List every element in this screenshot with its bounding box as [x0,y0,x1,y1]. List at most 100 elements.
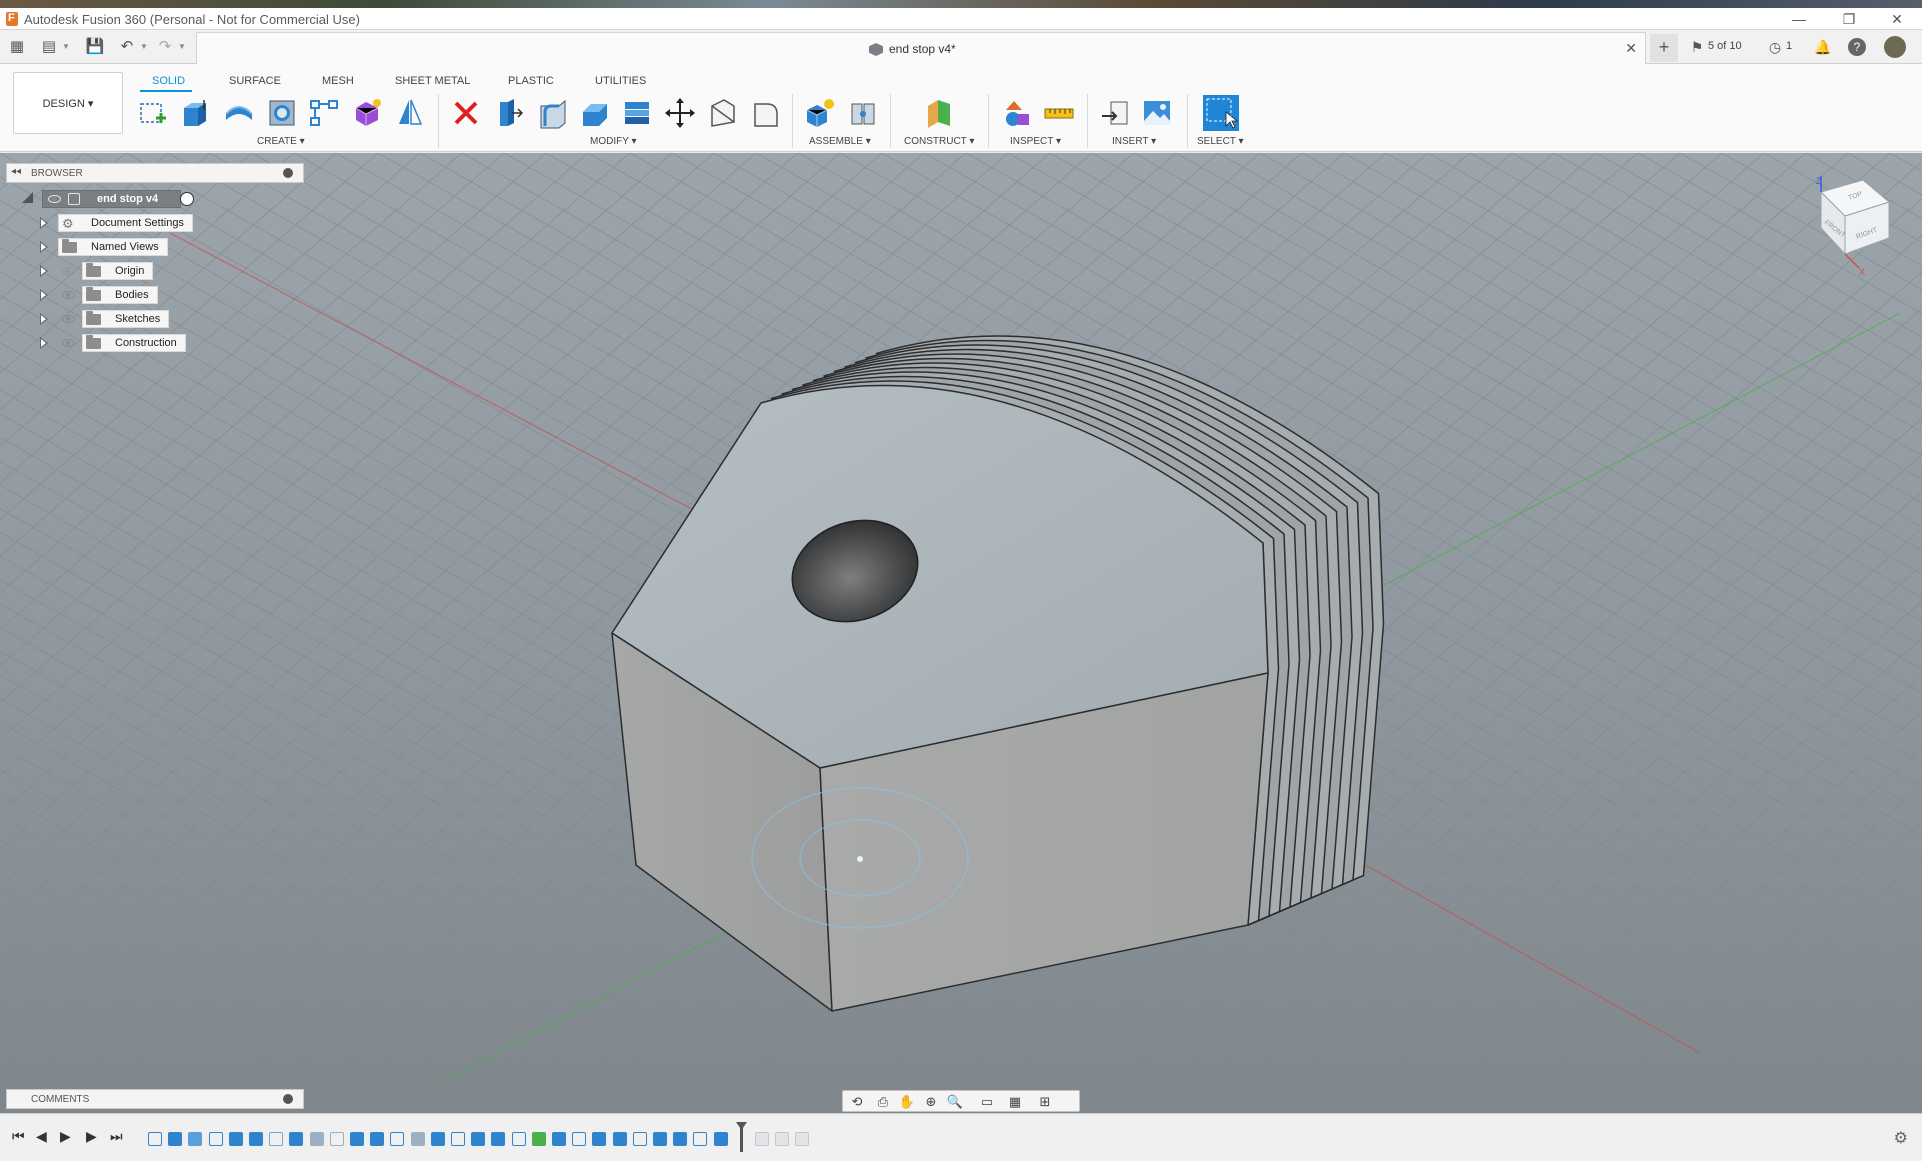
save-icon[interactable]: 💾 [84,36,106,58]
timeline-feature-icon[interactable] [148,1132,162,1146]
grid-settings-icon[interactable]: ▦ [1005,1093,1025,1111]
timeline-feature-icon[interactable] [208,1132,223,1146]
timeline-feature-icon[interactable] [471,1132,486,1146]
collapse-triangle-icon[interactable] [22,192,33,203]
insert-menu[interactable]: INSERT ▾ [1112,136,1156,147]
timeline-feature-icon[interactable] [632,1132,647,1146]
restore-button[interactable]: ❐ [1826,8,1872,30]
assemble-menu[interactable]: ASSEMBLE ▾ [809,136,871,147]
document-tab[interactable]: end stop v4* ✕ [196,32,1646,64]
timeline-feature-icon[interactable] [572,1132,587,1146]
timeline-feature-icon[interactable] [531,1132,546,1146]
visibility-eye-icon[interactable] [62,339,75,347]
pan-hand-icon[interactable]: ✋ [897,1093,917,1111]
3d-viewport[interactable] [0,153,1922,1113]
hole-icon[interactable] [265,96,299,130]
inspect-menu[interactable]: INSPECT ▾ [1010,136,1061,147]
browser-panel-header[interactable]: ◂◂ BROWSER [6,163,304,183]
job-status-icon[interactable]: ⚑ [1688,38,1706,56]
go-to-start-icon[interactable]: ⏮ [12,1128,25,1145]
visibility-eye-icon[interactable] [62,291,75,299]
look-at-icon[interactable]: ⎙ [873,1093,893,1111]
timeline-feature-icon[interactable] [612,1132,627,1146]
extrude-icon[interactable] [178,96,212,130]
timeline-feature-icon[interactable] [269,1132,284,1146]
timeline-feature-icon[interactable] [693,1132,708,1146]
timeline-marker[interactable] [740,1126,743,1152]
new-tab-button[interactable]: + [1650,34,1678,62]
minimize-button[interactable]: — [1776,8,1822,30]
minimize-panel-icon[interactable] [283,168,293,178]
redo-caret-icon[interactable]: ▼ [178,42,186,51]
timeline-feature-icon[interactable] [329,1132,344,1146]
timeline-feature-icon[interactable] [451,1132,465,1146]
visibility-eye-icon[interactable] [62,315,75,323]
construct-menu[interactable]: CONSTRUCT ▾ [904,136,974,147]
timeline-feature-icon[interactable] [350,1132,364,1146]
close-tab-button[interactable]: ✕ [1625,40,1637,57]
timeline-suppressed-feature-icon[interactable] [795,1132,809,1146]
data-panel-grid-icon[interactable]: ▦ [6,36,28,58]
canvas-image-icon[interactable] [1140,96,1174,130]
file-menu-caret-icon[interactable]: ▼ [62,42,70,51]
timeline-feature-icon[interactable] [370,1132,385,1146]
timeline-settings-gear-icon[interactable]: ⚙ [1894,1128,1908,1148]
select-icon[interactable] [1202,94,1240,132]
go-to-end-icon[interactable]: ⏭ [110,1128,123,1145]
timeline-feature-icon[interactable] [713,1132,728,1146]
add-comment-icon[interactable] [283,1094,293,1104]
expand-triangle-icon[interactable] [40,217,48,229]
tab-solid[interactable]: SOLID [152,75,185,87]
create-sketch-icon[interactable] [136,96,170,130]
timeline-feature-icon[interactable] [491,1132,506,1146]
timeline-feature-icon[interactable] [552,1132,566,1146]
measure-icon[interactable] [1042,96,1076,130]
shell-icon[interactable] [620,96,654,130]
split-face-icon[interactable] [706,96,740,130]
timeline-suppressed-feature-icon[interactable] [775,1132,789,1146]
tab-mesh[interactable]: MESH [322,75,354,87]
fit-zoom-icon[interactable]: 🔍 [945,1093,965,1111]
clock-count[interactable]: 1 [1786,40,1792,52]
comments-panel-header[interactable]: COMMENTS [6,1089,304,1109]
collapse-icon[interactable]: ◂◂ [11,166,21,177]
undo-caret-icon[interactable]: ▼ [140,42,148,51]
timeline-feature-icon[interactable] [511,1132,526,1146]
help-icon[interactable]: ? [1848,38,1866,56]
new-component-icon[interactable] [803,96,837,130]
timeline-feature-icon[interactable] [228,1132,243,1146]
interference-icon[interactable] [1000,96,1034,130]
viewports-icon[interactable]: ⊞ [1035,1093,1055,1111]
display-settings-icon[interactable]: ▭ [977,1093,997,1111]
browser-root-row[interactable]: end stop v4 [22,190,202,208]
job-status-count[interactable]: 5 of 10 [1708,40,1742,52]
timeline-feature-icon[interactable] [309,1132,324,1146]
press-pull-icon[interactable] [492,96,526,130]
timeline-feature-icon[interactable] [430,1132,445,1146]
undo-icon[interactable]: ↶ [116,36,138,58]
insert-derive-icon[interactable] [1099,96,1133,130]
play-icon[interactable]: ▶ [60,1128,71,1145]
expand-triangle-icon[interactable] [40,289,48,301]
move-copy-icon[interactable] [663,96,697,130]
timeline-suppressed-feature-icon[interactable] [755,1132,769,1146]
timeline-feature-icon[interactable] [592,1132,607,1146]
visibility-off-eye-icon[interactable] [62,267,75,275]
timeline-feature-icon[interactable] [410,1132,425,1146]
file-menu-icon[interactable]: ▤ [38,36,60,58]
zoom-icon[interactable]: ⊕ [921,1093,941,1111]
joint-icon[interactable] [846,96,880,130]
timeline-feature-icon[interactable] [168,1132,183,1146]
modify-menu[interactable]: MODIFY ▾ [590,136,637,147]
tab-sheet-metal[interactable]: SHEET METAL [395,75,470,87]
clock-icon[interactable]: ◷ [1766,38,1784,56]
rectangular-pattern-icon[interactable] [307,96,341,130]
timeline-feature-icon[interactable] [188,1132,203,1146]
orbit-icon[interactable]: ⟲ [847,1093,867,1111]
timeline-feature-icon[interactable] [249,1132,263,1146]
fillet-icon[interactable] [535,96,569,130]
tab-surface[interactable]: SURFACE [229,75,281,87]
timeline-feature-icon[interactable] [673,1132,688,1146]
end-stop-model[interactable] [0,153,1922,1113]
visibility-eye-icon[interactable] [48,195,61,203]
